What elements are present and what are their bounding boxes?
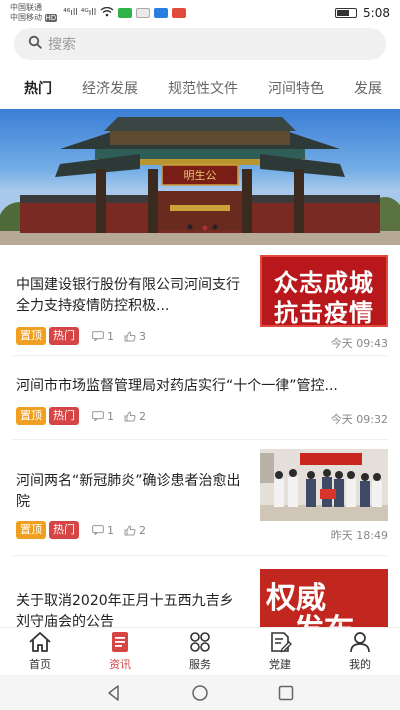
news-meta: 置顶 热门 1 2 [16, 407, 146, 425]
nav-home-label: 首页 [29, 658, 51, 671]
clock: 5:08 [363, 6, 390, 20]
like-count: 2 [139, 523, 146, 537]
news-time: 今天 09:32 [330, 413, 388, 426]
app-notify-icon [154, 8, 169, 18]
tag-pinned: 置顶 [16, 327, 46, 345]
comment-icon [92, 411, 104, 422]
tab-development[interactable]: 发展 [339, 78, 397, 98]
thumb-text-2: 发布 [294, 605, 354, 627]
bottom-nav: 首页 资讯 服务 党建 我的 [0, 627, 400, 675]
tab-economy[interactable]: 经济发展 [67, 78, 153, 98]
news-thumbnail: 权威 发布 [260, 569, 388, 627]
category-tabs: 热门 经济发展 规范性文件 河间特色 发展 [0, 68, 400, 108]
like-icon [124, 411, 136, 422]
back-icon[interactable] [105, 684, 123, 702]
gate-plaque-text: 明生公 [184, 168, 217, 182]
nav-news[interactable]: 资讯 [80, 628, 160, 675]
status-bar: 中国联通 中国移动 HD ⁴⁶ıll ⁴ᴳıll 5:08 [0, 0, 400, 26]
news-thumbnail [260, 449, 388, 521]
wechat-icon [118, 8, 133, 18]
status-right: 5:08 [335, 6, 390, 20]
comment-count: 1 [107, 523, 114, 537]
like-count: 3 [139, 329, 146, 343]
nav-news-label: 资讯 [109, 658, 131, 671]
tab-hejian-features[interactable]: 河间特色 [253, 78, 339, 98]
list-item[interactable]: 中国建设银行股份有限公司河间支行全力支持疫情防控积极... 置顶 热门 1 3 … [0, 245, 400, 353]
carrier-2: 中国移动 HD [10, 13, 58, 22]
news-thumbnail: 众志成城 抗击疫情 [260, 255, 388, 327]
nav-party[interactable]: 党建 [240, 628, 320, 675]
comment-icon [92, 331, 104, 342]
person-icon [350, 632, 370, 653]
nav-home[interactable]: 首页 [0, 628, 80, 675]
home-circle-icon[interactable] [191, 684, 209, 702]
news-meta: 置顶 热门 1 2 [16, 521, 146, 539]
news-meta: 置顶 热门 1 3 [16, 327, 146, 345]
like-icon [124, 331, 136, 342]
like-count: 2 [139, 409, 146, 423]
home-icon [29, 632, 51, 652]
nav-mine[interactable]: 我的 [320, 628, 400, 675]
divider [12, 355, 388, 356]
nav-service-label: 服务 [189, 658, 211, 671]
news-notify-icon [172, 8, 187, 18]
list-item[interactable]: 关于取消2020年正月十五西九吉乡刘守庙会的公告 权威 发布 [0, 557, 400, 627]
nav-party-label: 党建 [269, 658, 291, 671]
thumb-text-2: 抗击疫情 [274, 299, 374, 327]
tag-hot: 热门 [49, 521, 79, 539]
tag-pinned: 置顶 [16, 521, 46, 539]
grid-icon [190, 632, 210, 652]
status-icons: ⁴⁶ıll ⁴ᴳıll [63, 6, 187, 20]
news-time: 今天 09:43 [330, 337, 388, 350]
search-icon [28, 35, 42, 53]
recents-icon[interactable] [277, 684, 295, 702]
banner-carousel[interactable]: 明生公 [0, 109, 400, 245]
tab-hot[interactable]: 热门 [0, 78, 67, 98]
list-item[interactable]: 河间市市场监督管理局对药店实行“十个一律”管控... 置顶 热门 1 2 今天 … [0, 357, 400, 437]
carrier-info: 中国联通 中国移动 HD [10, 3, 58, 23]
tag-hot: 热门 [49, 327, 79, 345]
divider [12, 555, 388, 556]
tab-regulations[interactable]: 规范性文件 [153, 78, 253, 98]
carrier-1: 中国联通 [10, 3, 42, 12]
hospital-discharge-photo [260, 449, 388, 521]
nav-service[interactable]: 服务 [160, 628, 240, 675]
news-title: 河间两名“新冠肺炎”确诊患者治愈出院 [16, 473, 241, 510]
like-icon [124, 525, 136, 536]
tag-hot: 热门 [49, 407, 79, 425]
wifi-icon [100, 6, 114, 20]
news-icon [112, 632, 128, 652]
comment-count: 1 [107, 409, 114, 423]
system-nav-bar [0, 675, 400, 710]
divider [12, 439, 388, 440]
edit-doc-icon [271, 632, 292, 653]
search-bar[interactable]: 搜索 [14, 28, 386, 60]
news-title: 关于取消2020年正月十五西九吉乡刘守庙会的公告 [16, 593, 234, 627]
news-time: 昨天 18:49 [330, 529, 388, 542]
signal-icon: ⁴⁶ıll ⁴ᴳıll [63, 8, 97, 18]
banner-image: 明生公 [0, 117, 400, 245]
news-title: 河间市市场监督管理局对药店实行“十个一律”管控... [16, 378, 338, 394]
tag-pinned: 置顶 [16, 407, 46, 425]
search-placeholder: 搜索 [48, 37, 76, 53]
weibo-icon [136, 8, 151, 18]
battery-icon [335, 8, 358, 18]
comment-count: 1 [107, 329, 114, 343]
news-title: 中国建设银行股份有限公司河间支行全力支持疫情防控积极... [16, 277, 240, 314]
list-item[interactable]: 河间两名“新冠肺炎”确诊患者治愈出院 置顶 热门 1 2 昨天 18:49 [0, 441, 400, 553]
nav-mine-label: 我的 [349, 658, 371, 671]
comment-icon [92, 525, 104, 536]
